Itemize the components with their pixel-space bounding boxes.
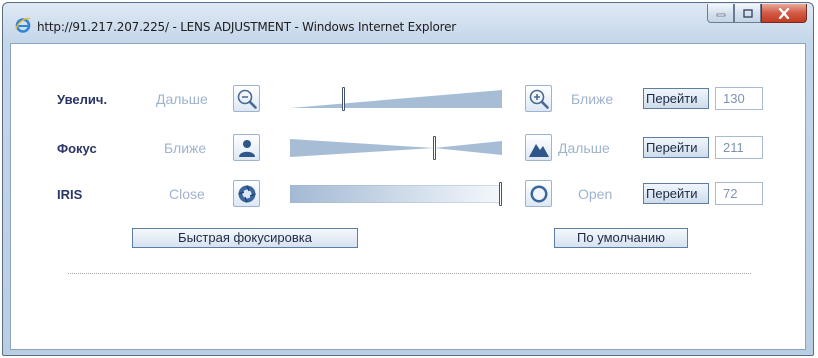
iris-slider-handle[interactable] — [499, 182, 502, 206]
maximize-button[interactable] — [734, 4, 761, 23]
zoom-out-icon — [237, 89, 257, 109]
minimize-button[interactable] — [707, 4, 734, 23]
zoom-go-button[interactable]: Перейти — [643, 88, 709, 109]
focus-slider-track — [290, 139, 434, 157]
focus-value-input[interactable]: 211 — [715, 136, 763, 159]
focus-slider-track-right — [434, 141, 502, 155]
browser-window: http://91.217.207.225/ - LENS ADJUSTMENT… — [2, 2, 814, 356]
zoom-in-icon — [529, 89, 549, 109]
mountain-icon — [528, 143, 549, 157]
focus-far-button[interactable] — [525, 134, 552, 161]
close-button[interactable] — [761, 4, 807, 23]
iris-open-icon — [530, 185, 547, 202]
internet-explorer-icon — [15, 17, 31, 33]
zoom-in-button[interactable] — [525, 85, 552, 112]
iris-label: IRIS — [57, 187, 83, 202]
zoom-slider[interactable] — [290, 90, 502, 108]
iris-value-input[interactable]: 72 — [715, 182, 763, 205]
zoom-out-button[interactable] — [233, 85, 260, 112]
iris-slider[interactable] — [290, 185, 502, 203]
focus-go-button[interactable]: Перейти — [643, 137, 709, 158]
zoom-label: Увелич. — [57, 92, 108, 107]
iris-close-text: Close — [169, 186, 205, 202]
title-bar[interactable]: http://91.217.207.225/ - LENS ADJUSTMENT… — [3, 3, 813, 43]
window-title: http://91.217.207.225/ - LENS ADJUSTMENT… — [37, 20, 456, 34]
divider — [68, 273, 751, 274]
focus-label: Фокус — [57, 141, 97, 156]
person-icon — [238, 139, 255, 157]
minimize-icon — [716, 13, 725, 17]
focus-far-text: Дальше — [558, 140, 610, 156]
close-icon — [778, 7, 790, 19]
maximize-icon — [742, 8, 753, 18]
iris-open-text: Open — [578, 186, 613, 202]
zoom-far-text: Дальше — [156, 91, 208, 107]
window-buttons — [707, 4, 807, 24]
zoom-slider-track — [290, 90, 502, 108]
zoom-row: Увелич. Дальше Ближе Перейти 130 — [11, 84, 805, 114]
zoom-value-input[interactable]: 130 — [715, 87, 763, 110]
focus-slider[interactable] — [290, 139, 502, 157]
focus-row: Фокус Ближе Дальше Перейти 211 — [11, 133, 805, 163]
focus-slider-handle[interactable] — [433, 136, 436, 160]
iris-go-button[interactable]: Перейти — [643, 183, 709, 204]
zoom-slider-handle[interactable] — [342, 87, 345, 111]
lens-adjustment-panel: Увелич. Дальше Ближе Перейти 130 Фокус Б… — [10, 43, 806, 350]
focus-near-button[interactable] — [233, 134, 260, 161]
iris-slider-track — [290, 185, 502, 203]
iris-close-button[interactable] — [233, 180, 260, 207]
iris-row: IRIS Close Open Перейти 72 — [11, 179, 805, 209]
quick-focus-button[interactable]: Быстрая фокусировка — [132, 228, 358, 248]
default-button[interactable]: По умолчанию — [554, 228, 688, 248]
focus-near-text: Ближе — [164, 140, 207, 156]
iris-open-button[interactable] — [525, 180, 552, 207]
iris-closed-icon — [237, 184, 256, 203]
zoom-near-text: Ближе — [571, 91, 614, 107]
